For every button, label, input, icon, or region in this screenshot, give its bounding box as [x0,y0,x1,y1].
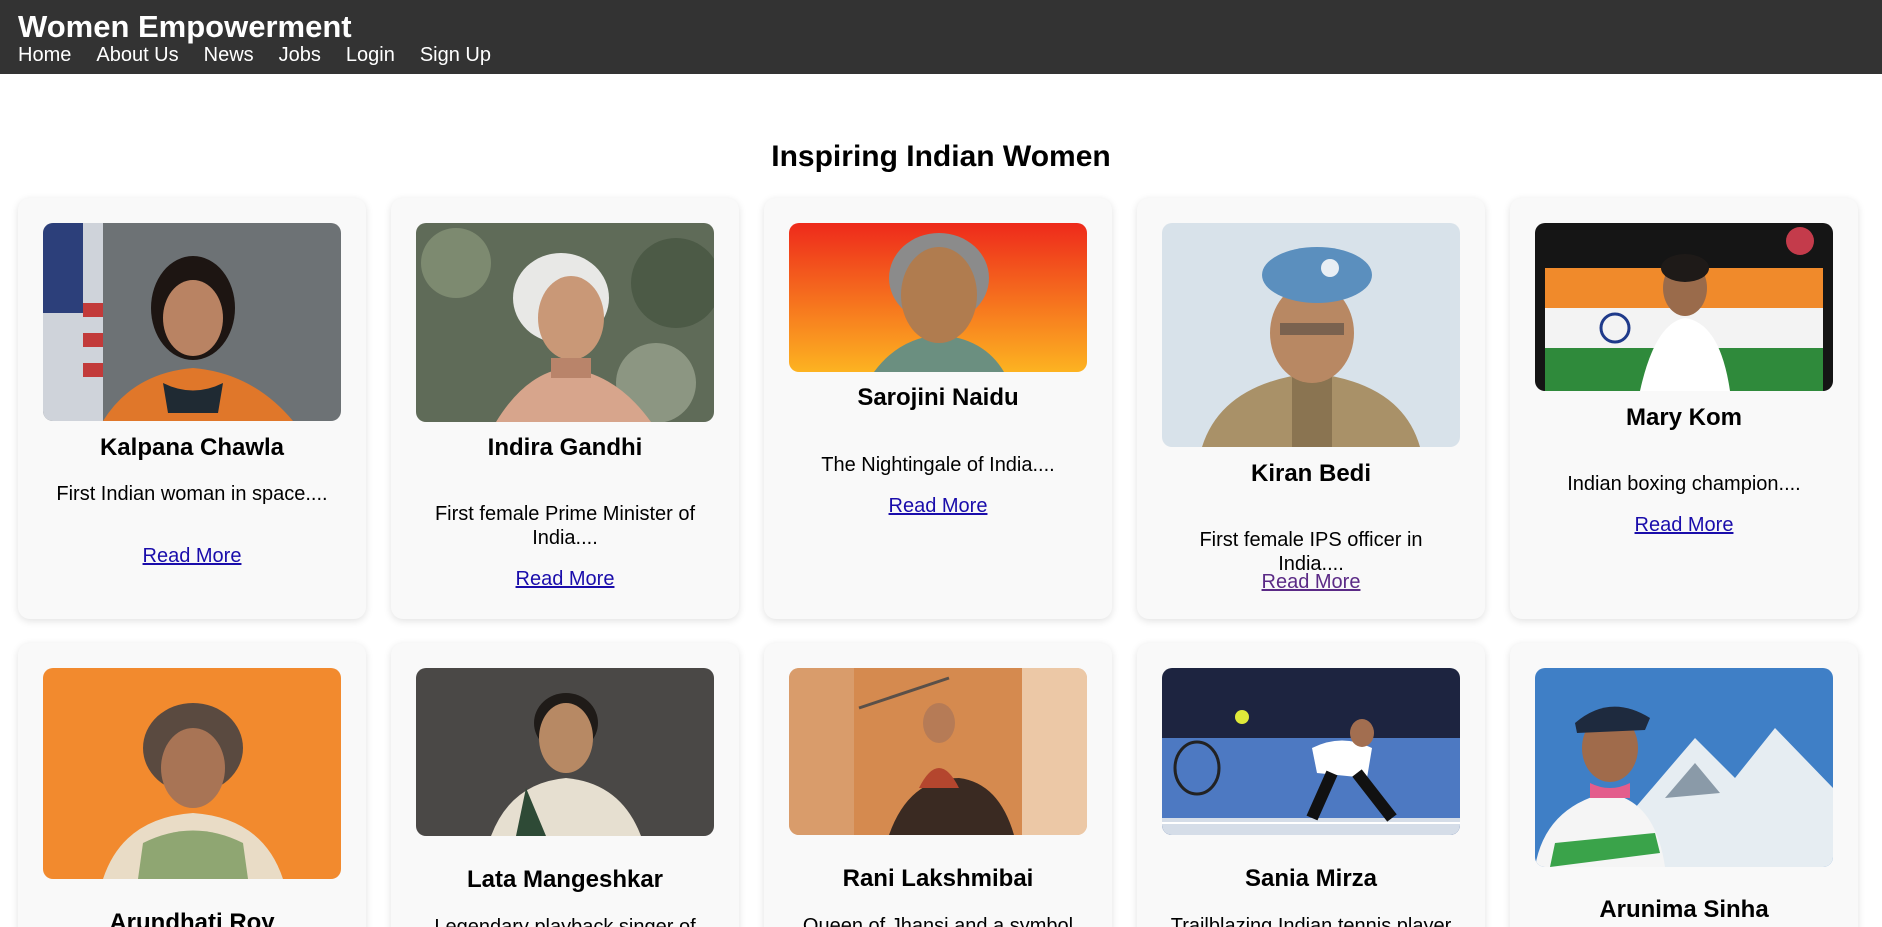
woman-name: Mary Kom [1625,404,1743,431]
portrait-image [789,223,1087,372]
profile-card-sarojini-naidu: Sarojini Naidu The Nightingale of India.… [764,198,1112,619]
site-title: Women Empowerment [18,9,352,44]
nav-about-us[interactable]: About Us [96,44,178,66]
profile-card-lata-mangeshkar: Lata Mangeshkar Legendary playback singe… [391,643,739,927]
read-more-link[interactable]: Read More [764,495,1112,518]
profile-card-arundhati-roy: Arundhati Roy [18,643,366,927]
woman-description: First Indian woman in space.... [56,483,328,505]
woman-description: Indian boxing champion.... [1567,473,1801,495]
portrait-image [789,668,1087,835]
woman-description: Trailblazing Indian tennis player [1170,915,1452,927]
woman-description: First female IPS officer in India.... [1199,529,1423,575]
portrait-image [1535,223,1833,391]
woman-description: The Nightingale of India.... [821,454,1055,476]
woman-name: Arunima Sinha [1599,896,1769,923]
profile-card-mary-kom: Mary Kom Indian boxing champion.... Read… [1510,198,1858,619]
nav-jobs[interactable]: Jobs [279,44,321,66]
portrait-image [1162,668,1460,835]
portrait-image [416,223,714,422]
read-more-link[interactable]: Read More [1137,571,1485,594]
portrait-image [43,668,341,879]
main-nav: Home About Us News Jobs Login Sign Up [18,44,516,66]
woman-name: Sarojini Naidu [857,384,1019,411]
profile-card-kiran-bedi: Kiran Bedi First female IPS officer in I… [1137,198,1485,619]
profile-card-arunima-sinha: Arunima Sinha [1510,643,1858,927]
portrait-image [43,223,341,421]
woman-name: Rani Lakshmibai [842,865,1034,892]
profile-card-sania-mirza: Sania Mirza Trailblazing Indian tennis p… [1137,643,1485,927]
woman-description: Legendary playback singer of [434,916,696,927]
portrait-image [1535,668,1833,867]
woman-description: First female Prime Minister of India.... [434,503,696,549]
portrait-image [416,668,714,836]
profile-card-kalpana-chawla: Kalpana Chawla First Indian woman in spa… [18,198,366,619]
woman-name: Arundhati Roy [109,909,275,927]
woman-name: Indira Gandhi [487,434,643,461]
woman-name: Lata Mangeshkar [466,866,664,893]
portrait-image [1162,223,1460,447]
woman-name: Sania Mirza [1244,865,1378,892]
nav-news[interactable]: News [204,44,254,66]
woman-name: Kalpana Chawla [99,434,285,461]
profile-card-rani-lakshmibai: Rani Lakshmibai Queen of Jhansi and a sy… [764,643,1112,927]
read-more-link[interactable]: Read More [1510,514,1858,537]
nav-login[interactable]: Login [346,44,395,66]
nav-sign-up[interactable]: Sign Up [420,44,491,66]
nav-home[interactable]: Home [18,44,71,66]
read-more-link[interactable]: Read More [18,545,366,568]
read-more-link[interactable]: Read More [391,568,739,591]
site-header: Women Empowerment Home About Us News Job… [0,0,1882,74]
profile-card-indira-gandhi: Indira Gandhi First female Prime Ministe… [391,198,739,619]
woman-name: Kiran Bedi [1250,460,1372,487]
woman-description: Queen of Jhansi and a symbol of [802,915,1074,927]
page-title: Inspiring Indian Women [771,140,1111,173]
